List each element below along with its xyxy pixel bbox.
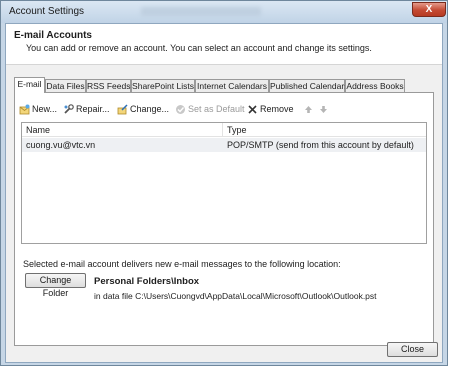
tab-address-books[interactable]: Address Books	[345, 79, 405, 92]
set-default-icon	[176, 105, 185, 115]
tab-data-files[interactable]: Data Files	[45, 79, 86, 92]
repair-button[interactable]: Repair...	[63, 101, 110, 117]
repair-icon	[64, 104, 74, 114]
set-as-default-label: Set as Default	[188, 104, 245, 114]
header-title: E-mail Accounts	[14, 30, 92, 41]
repair-label: Repair...	[76, 104, 110, 114]
header-description: You can add or remove an account. You ca…	[26, 43, 372, 53]
tab-rss-feeds[interactable]: RSS Feeds	[86, 79, 131, 92]
remove-icon	[248, 105, 257, 114]
close-window-icon[interactable]: X	[412, 2, 446, 17]
remove-button[interactable]: Remove	[247, 101, 294, 117]
account-list[interactable]: Name Type cuong.vu@vtc.vn POP/SMTP (send…	[21, 122, 427, 244]
set-as-default-button[interactable]: Set as Default	[175, 101, 245, 117]
new-button[interactable]: New...	[19, 101, 57, 117]
account-name: cuong.vu@vtc.vn	[26, 140, 96, 150]
change-button[interactable]: Change...	[117, 101, 169, 117]
dialog-client-area: E-mail Accounts You can add or remove an…	[5, 23, 443, 363]
tab-internet-calendars[interactable]: Internet Calendars	[195, 79, 269, 92]
column-divider	[222, 123, 223, 136]
change-folder-button[interactable]: Change Folder	[25, 273, 86, 298]
data-file-path: in data file C:\Users\Cuongvd\AppData\Lo…	[94, 291, 377, 301]
email-tab-panel: New... Repair... Change... Set as Defaul…	[14, 92, 434, 346]
column-header-name[interactable]: Name	[26, 125, 50, 135]
delivery-description: Selected e-mail account delivers new e-m…	[23, 259, 341, 269]
title-bar[interactable]: Account Settings X	[1, 1, 447, 23]
tab-sharepoint-lists[interactable]: SharePoint Lists	[131, 79, 195, 92]
tab-strip: E-mail Data Files RSS Feeds SharePoint L…	[14, 77, 434, 93]
move-down-button[interactable]	[319, 101, 330, 117]
new-icon	[19, 104, 30, 115]
move-up-button[interactable]	[304, 101, 315, 117]
column-header-type[interactable]: Type	[227, 125, 247, 135]
account-type: POP/SMTP (send from this account by defa…	[227, 140, 414, 150]
account-settings-window: Account Settings X E-mail Accounts You c…	[0, 0, 448, 366]
change-icon	[117, 104, 128, 115]
remove-label: Remove	[260, 104, 294, 114]
move-up-icon	[305, 106, 312, 114]
close-button[interactable]: Close	[387, 342, 438, 357]
title-bar-blur	[141, 7, 261, 16]
account-toolbar: New... Repair... Change... Set as Defaul…	[19, 101, 429, 117]
new-label: New...	[32, 104, 58, 114]
tab-email[interactable]: E-mail	[14, 77, 45, 93]
account-row[interactable]: cuong.vu@vtc.vn POP/SMTP (send from this…	[22, 138, 426, 152]
account-list-header: Name Type	[22, 123, 426, 137]
change-label: Change...	[130, 104, 170, 114]
dialog-header: E-mail Accounts You can add or remove an…	[6, 24, 442, 65]
move-down-icon	[320, 106, 327, 114]
tab-published-calendars[interactable]: Published Calendars	[269, 79, 348, 92]
delivery-folder-path: Personal Folders\Inbox	[94, 276, 200, 287]
window-title: Account Settings	[9, 6, 85, 17]
